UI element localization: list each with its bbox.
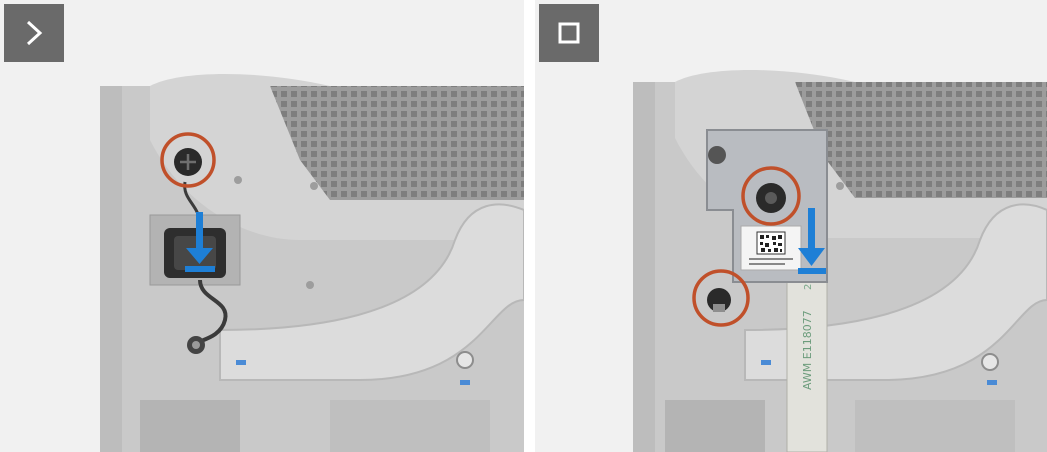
stop-square-icon <box>558 22 580 44</box>
step-badge <box>4 4 64 62</box>
step-panel-insert-button <box>0 0 524 452</box>
step-panel-install-bracket: AWM E118077 2070 <box>535 0 1047 452</box>
flex-cable-label: AWM E118077 <box>801 310 814 390</box>
chassis-photo: AWM E118077 2070 <box>633 70 1047 452</box>
chassis-photo <box>100 74 524 452</box>
chevron-right-icon <box>26 20 43 46</box>
step-badge <box>539 4 599 62</box>
